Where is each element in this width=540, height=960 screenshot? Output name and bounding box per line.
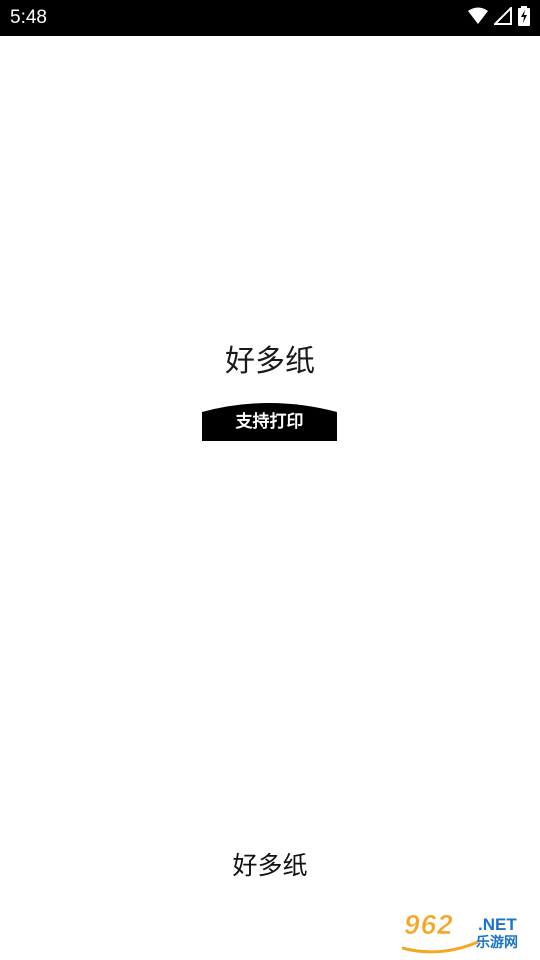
signal-icon — [492, 5, 512, 29]
status-time: 5:48 — [10, 7, 47, 28]
wifi-icon — [468, 7, 488, 29]
status-icons — [468, 5, 530, 30]
watermark: 962 .NET 乐游网 — [400, 909, 536, 956]
logo-title: 好多纸 — [225, 344, 315, 379]
watermark-main: 962 — [404, 909, 454, 940]
footer-app-name: 好多纸 — [232, 851, 308, 880]
watermark-sub: 乐游网 — [476, 935, 518, 951]
watermark-suffix: .NET — [478, 915, 517, 934]
logo-badge: 支持打印 — [202, 400, 337, 441]
logo-badge-text: 支持打印 — [235, 412, 304, 432]
status-bar: 5:48 — [0, 0, 540, 36]
battery-charging-icon — [518, 6, 530, 30]
app-logo: 好多纸 支持打印 — [200, 340, 340, 442]
